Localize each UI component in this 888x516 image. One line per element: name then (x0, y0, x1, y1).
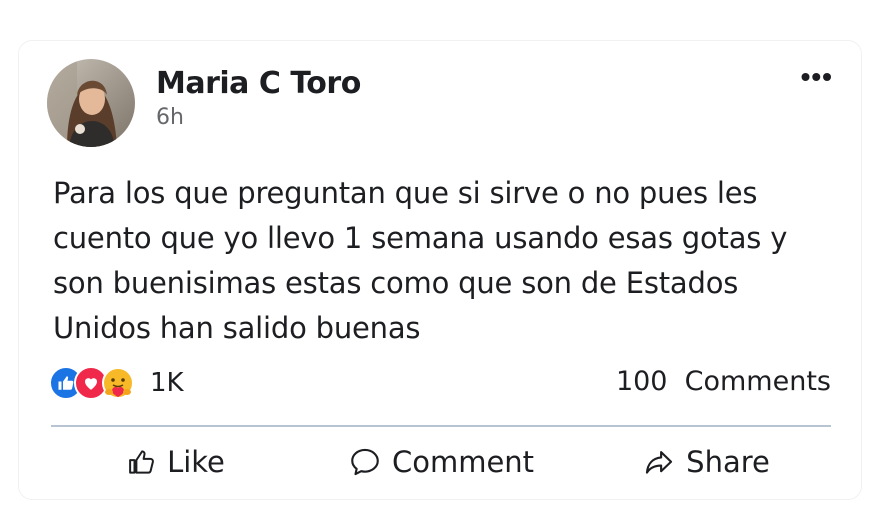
share-label: Share (686, 445, 770, 479)
comment-label: Comment (391, 445, 535, 479)
post-card: Maria C Toro 6h ••• Para los que pregunt… (18, 40, 862, 500)
author-name[interactable]: Maria C Toro (156, 66, 361, 101)
more-options-icon[interactable]: ••• (801, 63, 833, 91)
thumbs-up-icon (129, 450, 155, 474)
like-button[interactable]: Like (51, 439, 301, 485)
post-actions-bar: Like Comment Share (51, 437, 831, 487)
comments-count-link[interactable]: 100 Comments (616, 366, 831, 397)
divider (51, 425, 831, 427)
like-label: Like (167, 445, 225, 479)
care-reaction-icon (99, 364, 137, 402)
post-text: Para los que preguntan que si sirve o no… (53, 176, 788, 345)
comment-button[interactable]: Comment (316, 439, 566, 485)
share-arrow-icon (646, 451, 673, 474)
comment-bubble-icon (351, 448, 379, 476)
reaction-count: 1K (150, 368, 184, 398)
share-button[interactable]: Share (581, 439, 831, 485)
reactions-summary[interactable]: 1K (49, 363, 184, 403)
post-timestamp[interactable]: 6h (156, 105, 184, 130)
avatar[interactable] (47, 59, 135, 147)
reaction-icons (49, 364, 134, 402)
